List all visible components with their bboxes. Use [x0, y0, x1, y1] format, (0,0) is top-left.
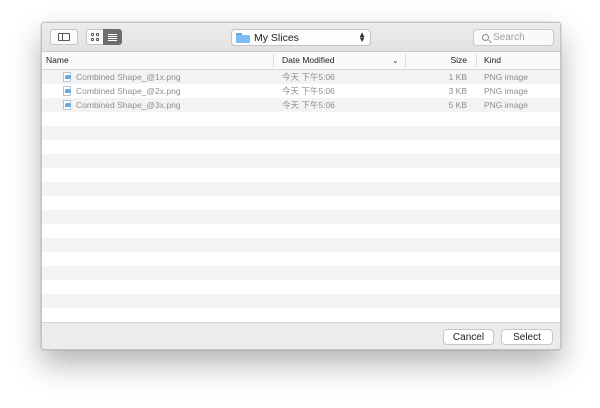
column-size-header[interactable]: Size [405, 52, 467, 69]
file-row[interactable]: Combined Shape_@3x.png 今天 下午5:06 5 KB PN… [42, 98, 560, 112]
column-divider[interactable] [273, 54, 274, 67]
file-date: 今天 下午5:06 [282, 72, 335, 82]
png-file-icon [62, 86, 72, 96]
empty-row [42, 140, 560, 154]
cancel-button[interactable]: Cancel [443, 329, 494, 345]
file-name: Combined Shape_@1x.png [76, 72, 181, 82]
file-row[interactable]: Combined Shape_@1x.png 今天 下午5:06 1 KB PN… [42, 70, 560, 84]
file-kind: PNG image [484, 86, 528, 96]
empty-row [42, 196, 560, 210]
empty-row [42, 294, 560, 308]
file-size: 3 KB [448, 86, 467, 96]
chevron-updown-icon: ▲ ▼ [358, 30, 366, 44]
folder-icon [236, 32, 250, 43]
file-date: 今天 下午5:06 [282, 86, 335, 96]
search-icon [482, 34, 489, 41]
icon-view-button[interactable] [86, 29, 104, 45]
sidebar-toggle-button[interactable] [50, 29, 78, 45]
file-date: 今天 下午5:06 [282, 100, 335, 110]
column-name-header[interactable]: Name [46, 52, 69, 69]
search-field[interactable] [473, 29, 554, 46]
search-input[interactable] [493, 32, 549, 43]
empty-row [42, 154, 560, 168]
empty-row [42, 182, 560, 196]
list-view-icon [108, 33, 117, 41]
select-button[interactable]: Select [501, 329, 553, 345]
file-open-dialog: My Slices ▲▼ Name Date Modified ⌄ Size K… [41, 22, 561, 350]
list-view-button[interactable] [103, 29, 122, 45]
file-kind: PNG image [484, 72, 528, 82]
file-size: 1 KB [448, 72, 467, 82]
empty-row [42, 266, 560, 280]
column-header: Name Date Modified ⌄ Size Kind [42, 52, 560, 70]
location-label: My Slices [254, 31, 299, 44]
empty-row [42, 168, 560, 182]
sidebar-toggle-icon [58, 33, 70, 41]
empty-row [42, 210, 560, 224]
column-divider[interactable] [476, 54, 477, 67]
png-file-icon [62, 100, 72, 110]
empty-row [42, 112, 560, 126]
file-name: Combined Shape_@2x.png [76, 86, 181, 96]
bottom-bar: Cancel Select [42, 322, 560, 349]
column-date-header[interactable]: Date Modified [282, 52, 334, 69]
file-size: 5 KB [448, 100, 467, 110]
file-row[interactable]: Combined Shape_@2x.png 今天 下午5:06 3 KB PN… [42, 84, 560, 98]
empty-row [42, 224, 560, 238]
icon-view-icon [91, 33, 99, 41]
empty-row [42, 252, 560, 266]
empty-row [42, 280, 560, 294]
file-kind: PNG image [484, 100, 528, 110]
file-list: Combined Shape_@1x.png 今天 下午5:06 1 KB PN… [42, 70, 560, 322]
empty-row [42, 308, 560, 322]
location-popup[interactable]: My Slices ▲ ▼ [231, 29, 371, 46]
column-kind-header[interactable]: Kind [484, 52, 501, 69]
file-name: Combined Shape_@3x.png [76, 100, 181, 110]
sort-descending-icon: ⌄ [392, 56, 399, 65]
empty-row [42, 126, 560, 140]
empty-row [42, 238, 560, 252]
png-file-icon [62, 72, 72, 82]
toolbar: My Slices ▲ ▼ [42, 23, 560, 52]
